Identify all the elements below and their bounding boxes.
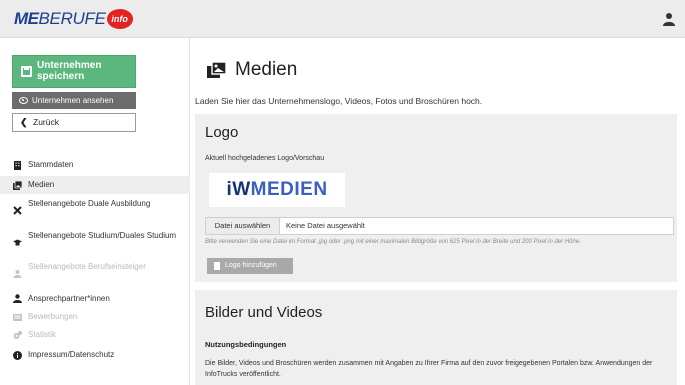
view-company-label: Unternehmen ansehen xyxy=(32,96,114,105)
building-icon xyxy=(14,161,21,170)
eye-icon xyxy=(19,97,28,104)
sidebar-item-studium[interactable]: Stellenangebote Studium/Duales Studium xyxy=(0,228,190,256)
sidebar-item-label: Stellenangebote Duale Ausbildung xyxy=(28,199,151,208)
sidebar-item-impressum[interactable]: Impressum/Datenschutz xyxy=(0,346,190,364)
file-icon xyxy=(214,262,220,270)
images-icon xyxy=(13,181,22,190)
back-button[interactable]: ❮ Zurück xyxy=(12,113,136,132)
terms-text: Die Bilder, Videos und Broschüren werden… xyxy=(205,360,653,378)
logo-panel-heading: Logo xyxy=(205,124,239,141)
sidebar-item-duale-ausbildung[interactable]: Stellenangebote Duale Ausbildung xyxy=(0,196,190,224)
sidebar-item-berufseinsteiger: Stellenangebote Berufseinsteiger xyxy=(0,260,190,286)
sidebar-item-label: Medien xyxy=(28,180,55,189)
sidebar-item-stammdaten[interactable]: Stammdaten xyxy=(0,156,190,174)
view-company-button[interactable]: Unternehmen ansehen xyxy=(12,92,136,109)
sidebar-item-label: Ansprechpartner*innen xyxy=(28,294,110,303)
add-logo-button[interactable]: Logo hinzufügen xyxy=(207,258,293,274)
terms-title: Nutzungsbedingungen xyxy=(205,340,287,349)
info-circle-icon xyxy=(13,351,22,360)
sidebar-item-label: Bewerbungen xyxy=(28,312,78,321)
upload-hint: Bitte verwenden Sie eine Datei im Format… xyxy=(205,239,581,245)
sidebar-item-label: Impressum/Datenschutz xyxy=(28,350,115,359)
intro-text: Laden Sie hier das Unternehmenslogo, Vid… xyxy=(195,96,483,106)
logo-preview-iw: iW xyxy=(226,179,251,200)
user-icon[interactable] xyxy=(663,12,675,26)
person-icon xyxy=(13,294,22,303)
floppy-disk-icon xyxy=(21,66,32,77)
save-company-label: Unternehmen speichern xyxy=(37,60,102,82)
page-title-text: Medien xyxy=(235,59,298,80)
sidebar-item-label: Stellenangebote Berufseinsteiger xyxy=(28,262,146,271)
sidebar-item-label: Statistik xyxy=(28,330,57,339)
gears-icon xyxy=(13,331,22,339)
sidebar-item-statistik: Statistik xyxy=(0,326,190,344)
graduation-cap-icon xyxy=(13,239,22,246)
back-label: Zurück xyxy=(33,117,59,127)
logo-info-badge: info xyxy=(106,9,133,29)
media-panel-heading: Bilder und Videos xyxy=(205,304,323,321)
sidebar-item-medien[interactable]: Medien xyxy=(0,176,190,194)
logo-preview-medien: MEDIEN xyxy=(250,179,328,200)
app-logo[interactable]: ME BERUFE info xyxy=(14,9,133,29)
sidebar-item-bewerbungen: Bewerbungen xyxy=(0,308,190,326)
page-title: Medien xyxy=(207,59,297,81)
choose-file-button[interactable]: Datei auswählen xyxy=(206,218,280,234)
chevron-left-icon: ❮ xyxy=(20,117,28,127)
logo-me-text: ME xyxy=(14,9,39,28)
images-icon xyxy=(207,62,226,78)
current-logo-label: Aktuell hochgeladenes Logo/Vorschau xyxy=(205,155,325,162)
file-input[interactable]: Datei auswählen Keine Datei ausgewählt xyxy=(205,217,674,235)
logo-berufe-text: BERUFE xyxy=(38,9,106,28)
tools-icon xyxy=(13,206,22,215)
logo-preview: iW MEDIEN xyxy=(209,173,345,207)
save-company-button[interactable]: Unternehmen speichern xyxy=(12,55,136,88)
file-name-text: Keine Datei ausgewählt xyxy=(286,221,365,230)
top-bar: ME BERUFE info xyxy=(0,0,685,38)
sidebar-item-label: Stammdaten xyxy=(28,160,74,169)
people-icon xyxy=(13,270,22,278)
sidebar-item-ansprechpartner[interactable]: Ansprechpartner*innen xyxy=(0,290,190,308)
logo-panel: Logo Aktuell hochgeladenes Logo/Vorschau… xyxy=(195,114,677,282)
sidebar-item-label: Stellenangebote Studium/Duales Studium xyxy=(28,231,177,240)
media-panel: Bilder und Videos Nutzungsbedingungen Di… xyxy=(195,290,677,385)
inbox-icon xyxy=(13,314,22,321)
main-content: Medien Laden Sie hier das Unternehmenslo… xyxy=(190,38,685,385)
sidebar: Unternehmen speichern Unternehmen ansehe… xyxy=(0,38,190,385)
add-logo-label: Logo hinzufügen xyxy=(225,262,277,269)
